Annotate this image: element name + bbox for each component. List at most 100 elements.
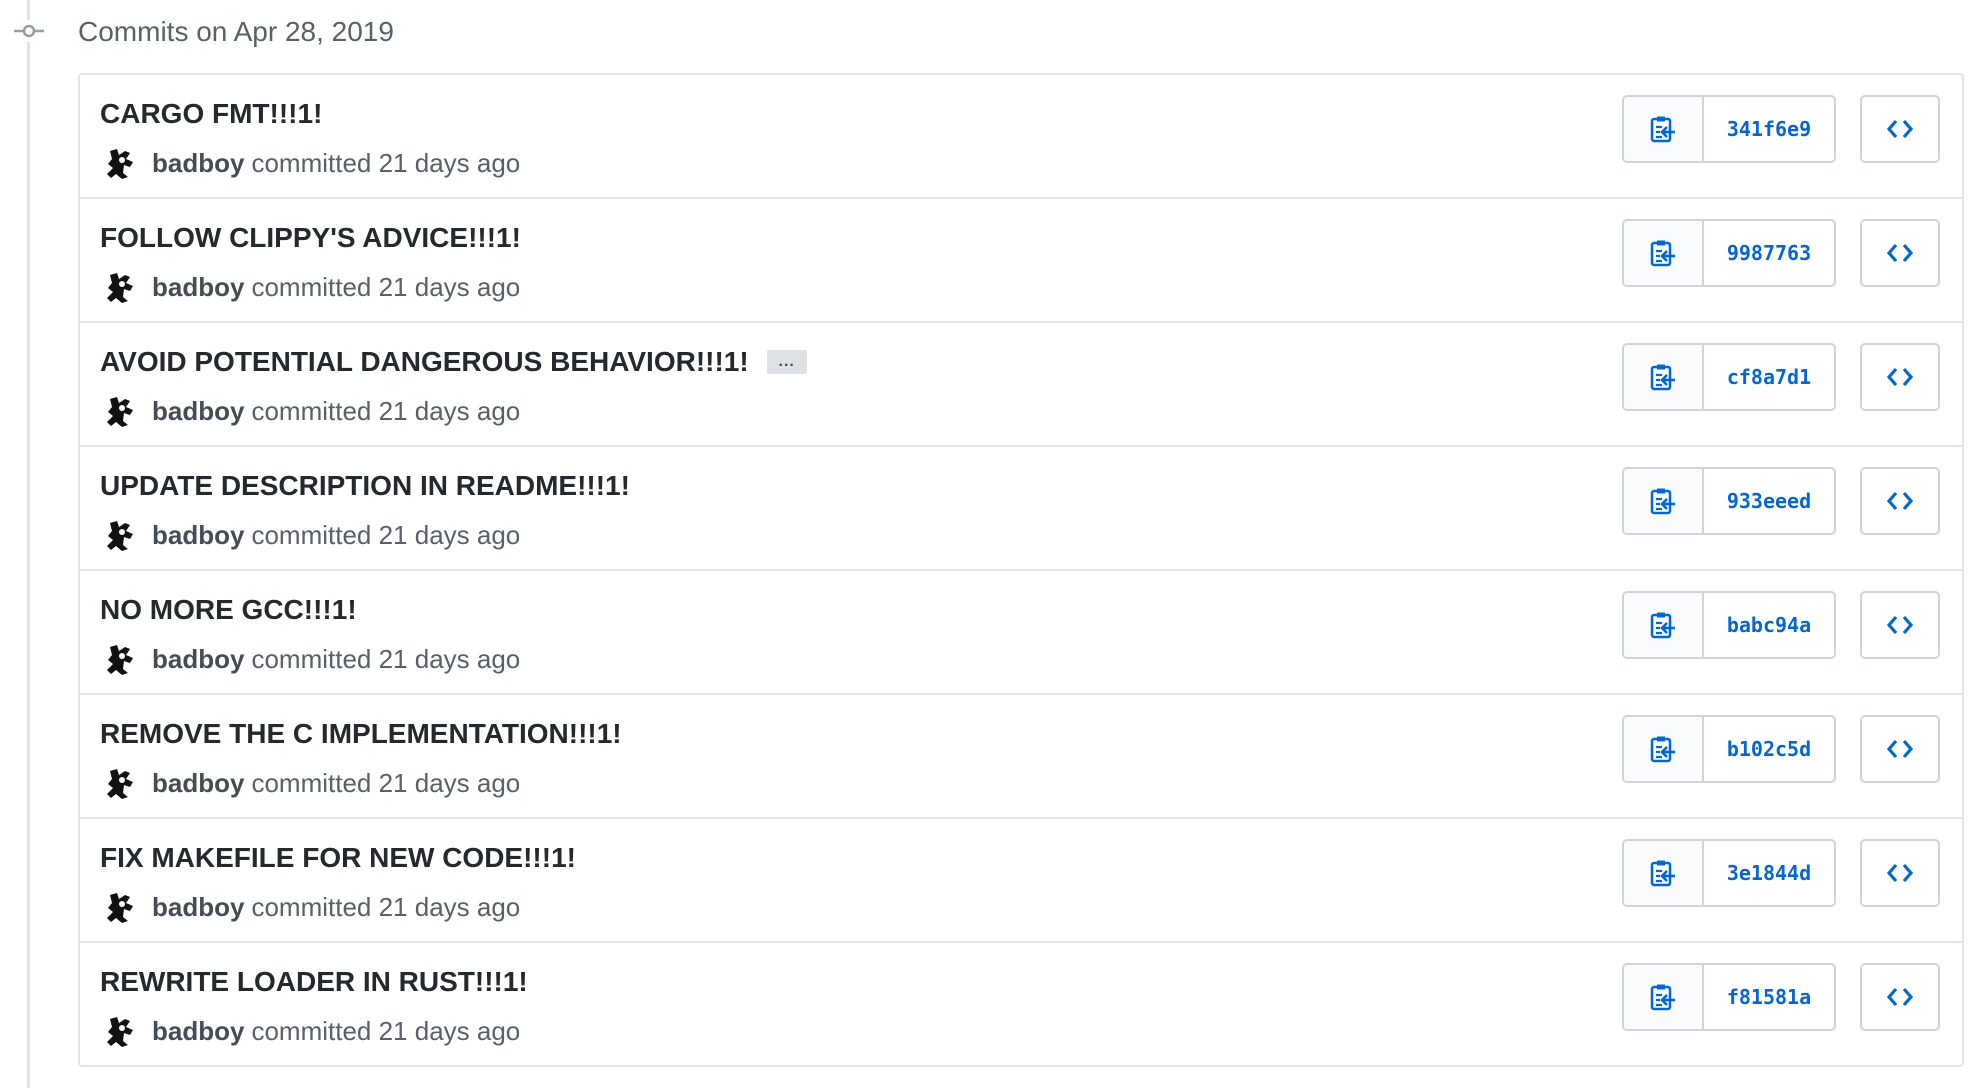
commit-title-link[interactable]: AVOID POTENTIAL DANGEROUS BEHAVIOR!!!1! (100, 345, 749, 379)
commit-timestamp: committed 21 days ago (251, 147, 521, 178)
commit-title-row: FOLLOW CLIPPY'S ADVICE!!!1! (100, 221, 521, 255)
browse-repository-button[interactable] (1860, 467, 1940, 535)
commit-title-link[interactable]: REMOVE THE C IMPLEMENTATION!!!1! (100, 717, 622, 751)
commit-sha-link[interactable]: cf8a7d1 (1704, 345, 1834, 409)
author-avatar-icon[interactable] (100, 887, 140, 927)
commit-row: FOLLOW CLIPPY'S ADVICE!!!1! badboy commi… (80, 197, 1962, 321)
clipboard-icon (1650, 364, 1675, 391)
commit-sha-link[interactable]: 3e1844d (1704, 841, 1834, 905)
commit-timestamp: committed 21 days ago (251, 891, 521, 922)
commit-title-link[interactable]: FIX MAKEFILE FOR NEW CODE!!!1! (100, 841, 576, 875)
commit-author-link[interactable]: badboy (152, 272, 244, 303)
commit-row: CARGO FMT!!!1! badboy committed 21 days … (80, 75, 1962, 197)
code-brackets-icon (1887, 739, 1913, 759)
commit-title-link[interactable]: REWRITE LOADER IN RUST!!!1! (100, 965, 528, 999)
commit-title-link[interactable]: UPDATE DESCRIPTION IN README!!!1! (100, 469, 630, 503)
copy-sha-button[interactable] (1624, 469, 1704, 533)
commit-row: AVOID POTENTIAL DANGEROUS BEHAVIOR!!!1! … (80, 321, 1962, 445)
commit-sha-link[interactable]: 341f6e9 (1704, 97, 1834, 161)
browse-repository-button[interactable] (1860, 219, 1940, 287)
code-brackets-icon (1887, 367, 1913, 387)
sha-button-group: 341f6e9 (1622, 95, 1836, 163)
commit-meta: badboy committed 21 days ago (100, 515, 520, 555)
commit-title-row: UPDATE DESCRIPTION IN README!!!1! (100, 469, 630, 503)
code-brackets-icon (1887, 987, 1913, 1007)
sha-button-group: b102c5d (1622, 715, 1836, 783)
commit-meta: badboy committed 21 days ago (100, 763, 520, 803)
copy-sha-button[interactable] (1624, 841, 1704, 905)
commit-meta: badboy committed 21 days ago (100, 143, 520, 183)
author-avatar-icon[interactable] (100, 267, 140, 307)
commit-title-link[interactable]: CARGO FMT!!!1! (100, 97, 322, 131)
timeline-line (27, 0, 30, 1088)
commit-sha-link[interactable]: b102c5d (1704, 717, 1834, 781)
clipboard-icon (1650, 984, 1675, 1011)
copy-sha-button[interactable] (1624, 221, 1704, 285)
commit-sha-link[interactable]: f81581a (1704, 965, 1834, 1029)
author-avatar-icon[interactable] (100, 143, 140, 183)
commit-group-title: Commits on Apr 28, 2019 (78, 16, 394, 47)
author-avatar-icon[interactable] (100, 391, 140, 431)
expand-description-button[interactable]: ... (766, 350, 807, 374)
clipboard-icon (1650, 488, 1675, 515)
commit-timestamp: committed 21 days ago (251, 643, 521, 674)
commit-row: NO MORE GCC!!!1! badboy committed 21 day… (80, 569, 1962, 693)
author-avatar-icon[interactable] (100, 639, 140, 679)
commit-title-link[interactable]: NO MORE GCC!!!1! (100, 593, 357, 627)
code-brackets-icon (1887, 863, 1913, 883)
sha-button-group: 933eeed (1622, 467, 1836, 535)
commit-author-link[interactable]: badboy (152, 396, 244, 427)
commit-meta: badboy committed 21 days ago (100, 887, 520, 927)
clipboard-icon (1650, 736, 1675, 763)
commit-author-link[interactable]: badboy (152, 1016, 244, 1047)
commit-title-row: NO MORE GCC!!!1! (100, 593, 357, 627)
browse-repository-button[interactable] (1860, 715, 1940, 783)
commit-title-link[interactable]: FOLLOW CLIPPY'S ADVICE!!!1! (100, 221, 521, 255)
code-brackets-icon (1887, 119, 1913, 139)
commit-title-row: AVOID POTENTIAL DANGEROUS BEHAVIOR!!!1! … (100, 345, 807, 379)
commit-author-link[interactable]: badboy (152, 768, 244, 799)
browse-repository-button[interactable] (1860, 591, 1940, 659)
clipboard-icon (1650, 612, 1675, 639)
sha-button-group: cf8a7d1 (1622, 343, 1836, 411)
commit-author-link[interactable]: badboy (152, 520, 244, 551)
commit-author-link[interactable]: badboy (152, 892, 244, 923)
sha-button-group: babc94a (1622, 591, 1836, 659)
author-avatar-icon[interactable] (100, 515, 140, 555)
commit-timestamp: committed 21 days ago (251, 1015, 521, 1046)
code-brackets-icon (1887, 615, 1913, 635)
commit-title-row: REWRITE LOADER IN RUST!!!1! (100, 965, 528, 999)
commit-timestamp: committed 21 days ago (251, 767, 521, 798)
author-avatar-icon[interactable] (100, 1011, 140, 1051)
clipboard-icon (1650, 860, 1675, 887)
clipboard-icon (1650, 116, 1675, 143)
browse-repository-button[interactable] (1860, 343, 1940, 411)
commit-list: CARGO FMT!!!1! badboy committed 21 days … (78, 73, 1964, 1067)
code-brackets-icon (1887, 491, 1913, 511)
copy-sha-button[interactable] (1624, 965, 1704, 1029)
sha-button-group: 3e1844d (1622, 839, 1836, 907)
commit-sha-link[interactable]: 9987763 (1704, 221, 1834, 285)
commit-sha-link[interactable]: babc94a (1704, 593, 1834, 657)
commit-author-link[interactable]: badboy (152, 644, 244, 675)
browse-repository-button[interactable] (1860, 963, 1940, 1031)
browse-repository-button[interactable] (1860, 839, 1940, 907)
copy-sha-button[interactable] (1624, 593, 1704, 657)
copy-sha-button[interactable] (1624, 345, 1704, 409)
code-brackets-icon (1887, 243, 1913, 263)
commit-timestamp: committed 21 days ago (251, 271, 521, 302)
commit-row: REWRITE LOADER IN RUST!!!1! badboy commi… (80, 941, 1962, 1065)
commit-timestamp: committed 21 days ago (251, 395, 521, 426)
commit-row: REMOVE THE C IMPLEMENTATION!!!1! badboy … (80, 693, 1962, 817)
commit-sha-link[interactable]: 933eeed (1704, 469, 1834, 533)
copy-sha-button[interactable] (1624, 717, 1704, 781)
commit-author-link[interactable]: badboy (152, 148, 244, 179)
commit-title-row: REMOVE THE C IMPLEMENTATION!!!1! (100, 717, 622, 751)
sha-button-group: f81581a (1622, 963, 1836, 1031)
author-avatar-icon[interactable] (100, 763, 140, 803)
sha-button-group: 9987763 (1622, 219, 1836, 287)
browse-repository-button[interactable] (1860, 95, 1940, 163)
commit-timestamp: committed 21 days ago (251, 519, 521, 550)
copy-sha-button[interactable] (1624, 97, 1704, 161)
commit-meta: badboy committed 21 days ago (100, 391, 520, 431)
